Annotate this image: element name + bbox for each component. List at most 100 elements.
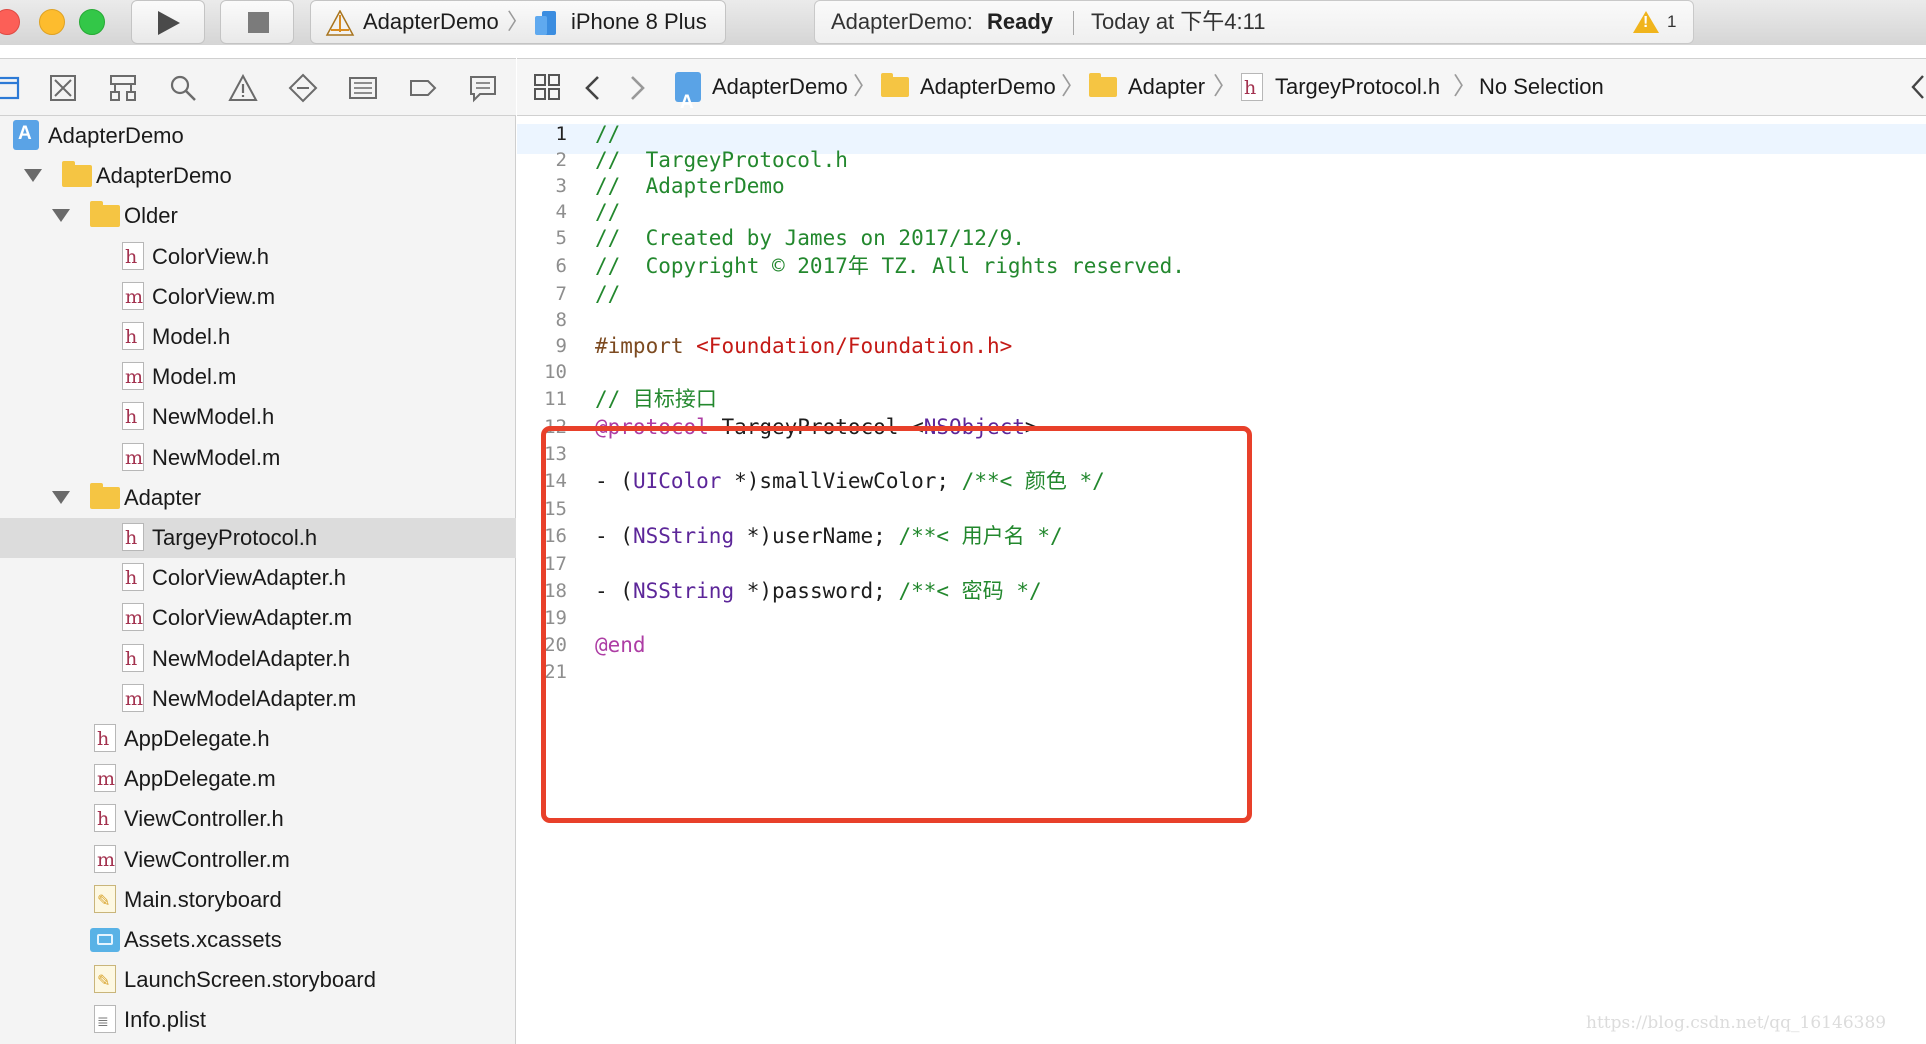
sidebar-item-label: Adapter: [124, 484, 202, 510]
zoom-window-button[interactable]: [79, 9, 105, 35]
source-control-navigator-icon[interactable]: [48, 73, 78, 103]
sidebar-item-label: AppDelegate.h: [124, 726, 270, 751]
disclosure-triangle-icon[interactable]: [52, 209, 70, 223]
symbol-navigator-icon[interactable]: [108, 73, 138, 103]
jumpbar-separator: 〉: [1453, 73, 1477, 100]
sidebar-item-label: AppDelegate.m: [124, 766, 276, 792]
back-arrow-icon[interactable]: [583, 75, 603, 101]
header-file-icon: h: [94, 804, 116, 833]
sidebar-item[interactable]: m ColorViewAdapter.m: [0, 598, 516, 638]
sidebar-item-label: AdapterDemo: [48, 123, 184, 148]
code-token: // Copyright © 2017年 TZ. All rights rese…: [595, 254, 1185, 278]
header-file-icon: h: [94, 724, 116, 752]
project-navigator-icon[interactable]: [0, 73, 22, 103]
sidebar-item[interactable]: AdapterDemo: [0, 116, 516, 156]
folder-icon: [881, 73, 909, 97]
code-token: // Created by James on 2017/12/9.: [595, 226, 1025, 250]
code-line[interactable]: 5 // Created by James on 2017/12/9.: [517, 223, 1926, 253]
code-token: //: [595, 200, 621, 224]
line-number: 6: [555, 255, 567, 277]
minimize-window-button[interactable]: [39, 9, 65, 35]
disclosure-triangle-icon[interactable]: [24, 169, 42, 183]
sidebar-item[interactable]: ✎ LaunchScreen.storyboard: [0, 960, 516, 1000]
jumpbar-item-project[interactable]: AdapterDemo: [712, 59, 848, 115]
breakpoint-navigator-icon[interactable]: [408, 73, 438, 103]
related-items-icon[interactable]: [533, 73, 561, 101]
sidebar-item[interactable]: h ViewController.h: [0, 799, 516, 839]
report-navigator-icon[interactable]: [468, 73, 498, 103]
implementation-file-icon: m: [122, 683, 144, 712]
issue-navigator-icon[interactable]: [228, 73, 258, 103]
sidebar-item-label: ColorView.h: [152, 243, 269, 269]
jumpbar-item-folder[interactable]: Adapter: [1128, 59, 1205, 115]
status-state: Ready: [987, 9, 1054, 34]
sidebar-item-label: NewModel.h: [152, 404, 275, 430]
code-line[interactable]: 10: [517, 357, 1926, 387]
header-file-icon: h: [122, 563, 144, 592]
sidebar-item[interactable]: ✎ Main.storyboard: [0, 880, 516, 920]
status-time: Today at 下午4:11: [1091, 9, 1266, 34]
sidebar-item[interactable]: h AppDelegate.h: [0, 719, 516, 759]
implementation-file-icon: m: [94, 844, 116, 873]
sidebar-item-label: ViewController.h: [124, 806, 284, 832]
code-token: <Foundation/Foundation.h>: [696, 334, 1013, 358]
sidebar-item[interactable]: m NewModelAdapter.m: [0, 679, 516, 719]
code-token: //: [595, 282, 621, 306]
sidebar-item-label: AdapterDemo: [96, 163, 232, 189]
sidebar-item[interactable]: AdapterDemo: [0, 156, 516, 196]
sidebar-item[interactable]: Assets.xcassets: [0, 920, 516, 960]
sidebar-item[interactable]: m ColorView.m: [0, 277, 516, 317]
sidebar-item[interactable]: m ViewController.m: [0, 840, 516, 880]
find-navigator-icon[interactable]: [168, 73, 198, 103]
jumpbar-item-selection[interactable]: No Selection: [1479, 59, 1604, 115]
jumpbar-separator: 〉: [1213, 73, 1237, 100]
project-icon: [675, 72, 701, 131]
status-divider: [1073, 11, 1074, 35]
scheme-name[interactable]: AdapterDemo: [363, 1, 499, 43]
jumpbar-separator: 〉: [1061, 73, 1085, 100]
sidebar-item[interactable]: m Model.m: [0, 357, 516, 397]
title-bar: AdapterDemo 〉 iPhone 8 Plus AdapterDemo:…: [0, 0, 1926, 45]
sidebar-item-label: ColorViewAdapter.h: [152, 565, 347, 591]
sidebar-item[interactable]: h TargeyProtocol.h: [0, 518, 516, 558]
sidebar-item[interactable]: h ColorView.h: [0, 237, 516, 277]
warning-icon[interactable]: !: [1633, 11, 1659, 33]
close-window-button[interactable]: [0, 9, 20, 35]
chevron-left-icon[interactable]: [1910, 74, 1926, 100]
sidebar-item-label: LaunchScreen.storyboard: [124, 967, 376, 993]
disclosure-triangle-icon[interactable]: [52, 490, 70, 504]
app-target-icon: [325, 10, 355, 36]
debug-navigator-icon[interactable]: [348, 73, 378, 103]
sidebar-item-label: Model.m: [152, 364, 237, 390]
scheme-separator: 〉: [507, 9, 530, 34]
jumpbar-item-group[interactable]: AdapterDemo: [920, 59, 1056, 115]
warning-count[interactable]: 1: [1667, 1, 1676, 43]
sidebar-item[interactable]: Adapter: [0, 478, 516, 518]
jumpbar-item-file[interactable]: TargeyProtocol.h: [1275, 59, 1440, 115]
scheme-selector[interactable]: AdapterDemo 〉 iPhone 8 Plus: [310, 0, 726, 44]
sidebar-item[interactable]: h ColorViewAdapter.h: [0, 558, 516, 598]
forward-arrow-icon[interactable]: [627, 75, 647, 101]
code-token: //: [595, 122, 621, 146]
code-line[interactable]: 6 // Copyright © 2017年 TZ. All rights res…: [517, 251, 1926, 281]
sidebar-item[interactable]: Older: [0, 196, 516, 236]
sidebar-item[interactable]: h NewModelAdapter.h: [0, 639, 516, 679]
line-number: 5: [555, 227, 567, 249]
code-token: #import: [595, 334, 697, 358]
sidebar-item-label: Older: [124, 203, 178, 229]
header-file-icon: h: [122, 643, 144, 672]
run-button[interactable]: [131, 0, 205, 44]
sidebar-item-label: Main.storyboard: [124, 886, 282, 912]
test-navigator-icon[interactable]: [288, 73, 318, 103]
sidebar-item[interactable]: m NewModel.m: [0, 438, 516, 478]
device-name[interactable]: iPhone 8 Plus: [571, 1, 707, 43]
asset-catalog-icon: [90, 928, 120, 952]
stop-button[interactable]: [220, 0, 294, 44]
sidebar-item[interactable]: h NewModel.h: [0, 397, 516, 437]
folder-icon: [90, 201, 120, 228]
storyboard-file-icon: ✎: [94, 884, 116, 913]
code-line[interactable]: 11 // 目标接口: [517, 384, 1926, 414]
sidebar-item[interactable]: h Model.h: [0, 317, 516, 357]
sidebar-item[interactable]: ≣ Info.plist: [0, 1000, 516, 1040]
sidebar-item[interactable]: m AppDelegate.m: [0, 759, 516, 799]
